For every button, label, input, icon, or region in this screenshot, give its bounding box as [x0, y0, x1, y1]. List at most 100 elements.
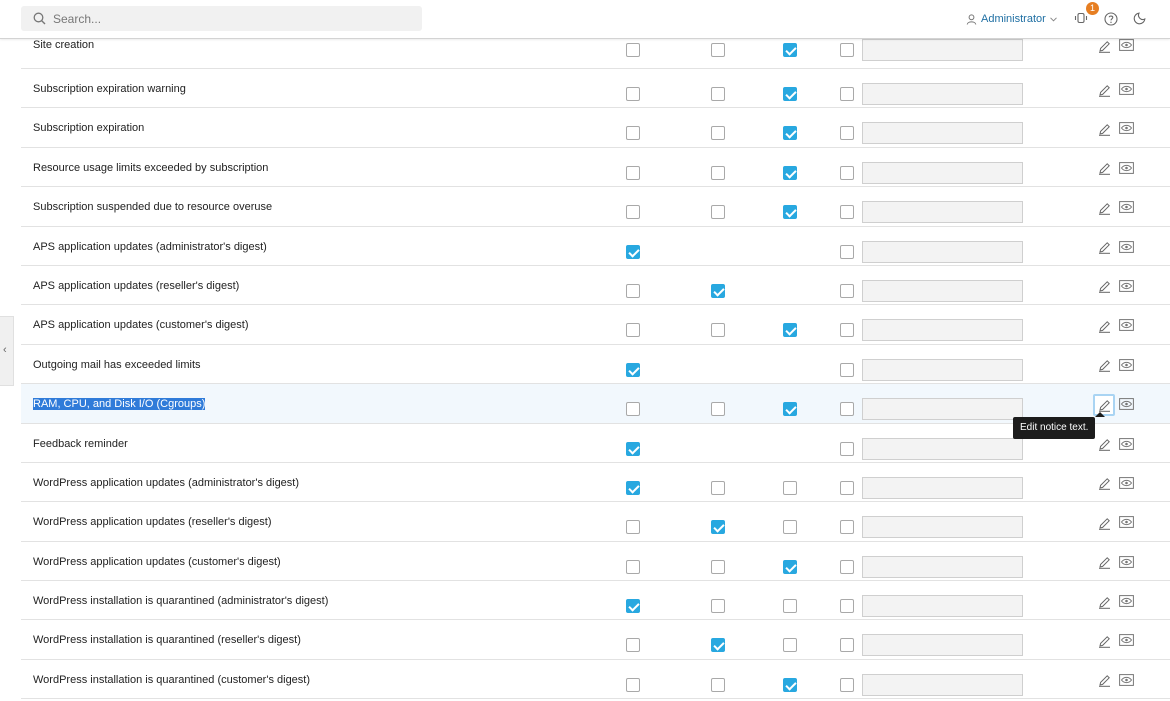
email-field[interactable] — [862, 319, 1023, 342]
email-field[interactable] — [862, 516, 1023, 539]
admin-checkbox[interactable] — [626, 283, 640, 298]
customer-checkbox[interactable] — [783, 87, 797, 101]
preview-button[interactable] — [1118, 37, 1134, 53]
admin-checkbox[interactable] — [626, 126, 640, 141]
admin-checkbox[interactable] — [626, 677, 640, 692]
email-field[interactable] — [862, 634, 1023, 657]
edit-button[interactable] — [1093, 552, 1115, 574]
admin-checkbox[interactable] — [626, 638, 640, 653]
preview-button[interactable] — [1118, 81, 1134, 97]
extra-checkbox[interactable] — [840, 165, 854, 180]
sidebar-toggle[interactable]: ‹ — [0, 316, 14, 386]
email-field[interactable] — [862, 398, 1023, 421]
extra-checkbox[interactable] — [840, 323, 854, 338]
admin-checkbox[interactable] — [626, 480, 640, 495]
reseller-checkbox[interactable] — [711, 165, 725, 180]
extra-checkbox[interactable] — [840, 244, 854, 259]
extra-checkbox[interactable] — [840, 677, 854, 692]
admin-checkbox[interactable] — [626, 43, 640, 57]
preview-button[interactable] — [1118, 278, 1134, 294]
preview-button[interactable] — [1118, 120, 1134, 136]
email-field[interactable] — [862, 673, 1023, 696]
reseller-checkbox[interactable] — [711, 677, 725, 692]
customer-checkbox[interactable] — [783, 126, 797, 141]
reseller-checkbox[interactable] — [711, 480, 725, 495]
edit-button[interactable] — [1093, 118, 1115, 140]
preview-button[interactable] — [1118, 672, 1134, 688]
edit-button[interactable] — [1093, 473, 1115, 495]
extra-checkbox[interactable] — [840, 402, 854, 417]
email-field[interactable] — [862, 201, 1023, 224]
customer-checkbox[interactable] — [783, 165, 797, 180]
preview-button[interactable] — [1118, 593, 1134, 609]
preview-button[interactable] — [1118, 436, 1134, 452]
extra-checkbox[interactable] — [840, 520, 854, 535]
edit-button[interactable] — [1093, 276, 1115, 298]
extra-checkbox[interactable] — [840, 87, 854, 101]
reseller-checkbox[interactable] — [711, 283, 725, 298]
edit-button[interactable] — [1093, 237, 1115, 259]
reseller-checkbox[interactable] — [711, 126, 725, 141]
theme-toggle-icon[interactable] — [1133, 12, 1146, 25]
email-field[interactable] — [862, 437, 1023, 460]
admin-checkbox[interactable] — [626, 87, 640, 101]
email-field[interactable] — [862, 279, 1023, 302]
edit-button[interactable] — [1093, 670, 1115, 692]
admin-checkbox[interactable] — [626, 520, 640, 535]
admin-checkbox[interactable] — [626, 441, 640, 456]
reseller-checkbox[interactable] — [711, 402, 725, 417]
extra-checkbox[interactable] — [840, 205, 854, 220]
customer-checkbox[interactable] — [783, 677, 797, 692]
preview-button[interactable] — [1118, 396, 1134, 412]
admin-checkbox[interactable] — [626, 599, 640, 614]
email-field[interactable] — [862, 83, 1023, 105]
edit-button[interactable] — [1093, 355, 1115, 377]
preview-button[interactable] — [1118, 554, 1134, 570]
extra-checkbox[interactable] — [840, 283, 854, 298]
customer-checkbox[interactable] — [783, 323, 797, 338]
search-input[interactable] — [53, 6, 413, 31]
admin-checkbox[interactable] — [626, 244, 640, 259]
reseller-checkbox[interactable] — [711, 559, 725, 574]
reseller-checkbox[interactable] — [711, 638, 725, 653]
preview-button[interactable] — [1118, 317, 1134, 333]
extra-checkbox[interactable] — [840, 559, 854, 574]
reseller-checkbox[interactable] — [711, 43, 725, 57]
edit-button[interactable] — [1093, 158, 1115, 180]
admin-checkbox[interactable] — [626, 323, 640, 338]
edit-button[interactable] — [1093, 197, 1115, 219]
preview-button[interactable] — [1118, 160, 1134, 176]
extra-checkbox[interactable] — [840, 441, 854, 456]
email-field[interactable] — [862, 122, 1023, 145]
email-field[interactable] — [862, 39, 1023, 61]
user-menu[interactable]: Administrator — [966, 11, 1057, 27]
extra-checkbox[interactable] — [840, 362, 854, 377]
reseller-checkbox[interactable] — [711, 87, 725, 101]
admin-checkbox[interactable] — [626, 559, 640, 574]
edit-button[interactable] — [1093, 315, 1115, 337]
preview-button[interactable] — [1118, 239, 1134, 255]
extra-checkbox[interactable] — [840, 43, 854, 57]
edit-button[interactable] — [1093, 630, 1115, 652]
email-field[interactable] — [862, 595, 1023, 618]
reseller-checkbox[interactable] — [711, 323, 725, 338]
customer-checkbox[interactable] — [783, 480, 797, 495]
email-field[interactable] — [862, 358, 1023, 381]
reseller-checkbox[interactable] — [711, 205, 725, 220]
customer-checkbox[interactable] — [783, 559, 797, 574]
admin-checkbox[interactable] — [626, 205, 640, 220]
preview-button[interactable] — [1118, 199, 1134, 215]
extra-checkbox[interactable] — [840, 126, 854, 141]
preview-button[interactable] — [1118, 632, 1134, 648]
help-icon[interactable] — [1104, 12, 1118, 26]
edit-button[interactable] — [1093, 434, 1115, 456]
edit-button[interactable] — [1093, 591, 1115, 613]
preview-button[interactable] — [1118, 357, 1134, 373]
reseller-checkbox[interactable] — [711, 520, 725, 535]
email-field[interactable] — [862, 555, 1023, 578]
admin-checkbox[interactable] — [626, 402, 640, 417]
admin-checkbox[interactable] — [626, 165, 640, 180]
reseller-checkbox[interactable] — [711, 599, 725, 614]
extra-checkbox[interactable] — [840, 638, 854, 653]
customer-checkbox[interactable] — [783, 43, 797, 57]
